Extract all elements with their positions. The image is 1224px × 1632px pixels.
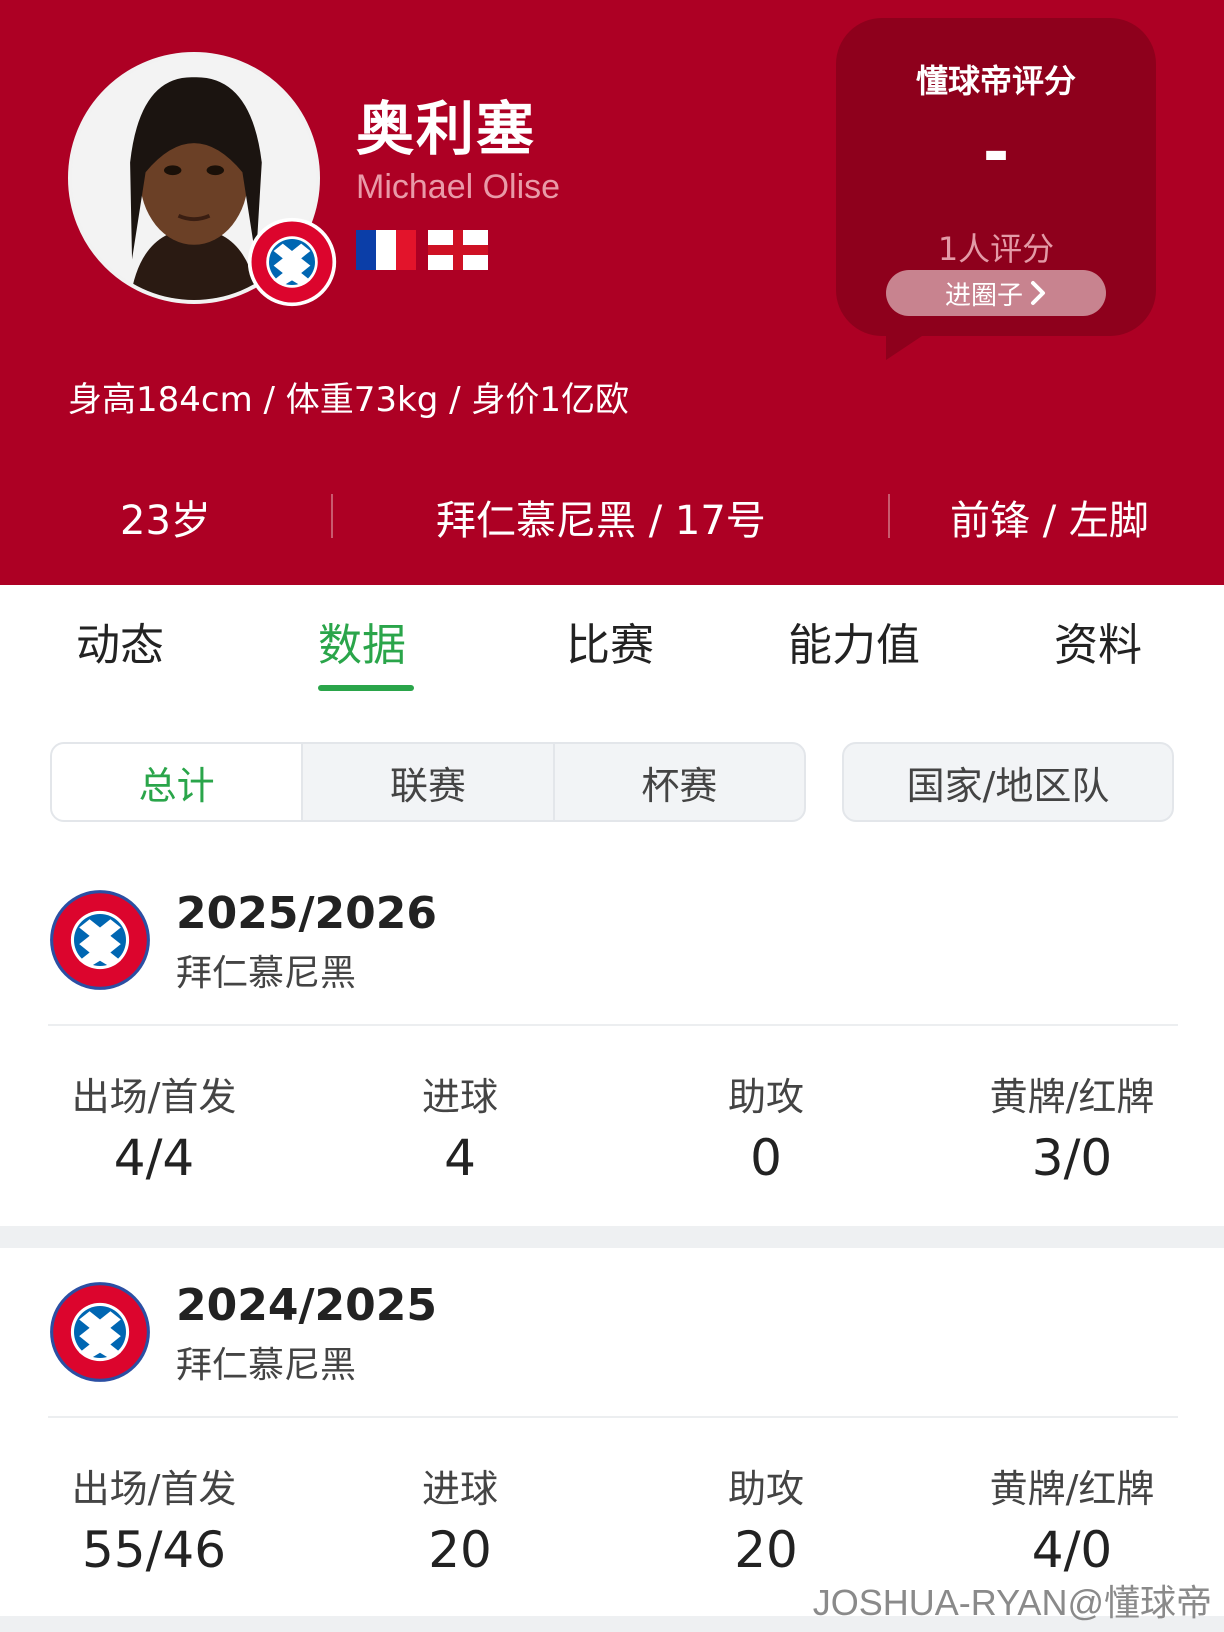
- season-card[interactable]: 2025/2026 拜仁慕尼黑 出场/首发 4/4 进球 4 助攻 0 黄牌/红…: [0, 888, 1224, 1228]
- stat-goals: 进球 20: [310, 1458, 610, 1579]
- stat-value: 20: [428, 1521, 492, 1579]
- tab-profile[interactable]: 资料: [1054, 609, 1142, 673]
- rating-bubble-tail: [886, 320, 946, 360]
- chevron-right-icon: [1031, 281, 1045, 305]
- stat-label: 进球: [421, 1467, 498, 1511]
- competition-filter: 总计 联赛 杯赛: [50, 742, 806, 822]
- rating-card: 懂球帝评分 - 1人评分 进圈子: [836, 18, 1156, 336]
- player-position-foot: 前锋 / 左脚: [950, 498, 1149, 544]
- season-year: 2024/2025: [176, 1280, 437, 1331]
- join-circle-button[interactable]: 进圈子: [886, 270, 1106, 316]
- active-tab-indicator: [318, 685, 414, 691]
- rating-count: 1人评分: [937, 230, 1055, 268]
- england-flag-icon: [428, 230, 488, 270]
- stat-appearances: 出场/首发 4/4: [4, 1066, 304, 1187]
- player-header: 奥利塞 Michael Olise 身高184cm / 体重73kg / 身价1…: [0, 0, 1224, 585]
- stat-cards: 黄牌/红牌 3/0: [922, 1066, 1222, 1187]
- stat-value: 4: [444, 1129, 476, 1187]
- stat-label: 出场/首发: [71, 1075, 237, 1119]
- stat-assists: 助攻 0: [616, 1066, 916, 1187]
- tab-data[interactable]: 数据: [318, 609, 406, 673]
- stat-label: 出场/首发: [71, 1467, 237, 1511]
- season-club: 拜仁慕尼黑: [176, 1345, 357, 1386]
- player-summary-row: 23岁 拜仁慕尼黑 / 17号 前锋 / 左脚: [0, 480, 1224, 550]
- bayern-badge-icon: [50, 890, 150, 990]
- filter-national-team[interactable]: 国家/地区队: [842, 742, 1174, 822]
- season-card[interactable]: 2024/2025 拜仁慕尼黑 出场/首发 55/46 进球 20 助攻 20 …: [0, 1280, 1224, 1620]
- profile-tabs: 动态 数据 比赛 能力值 资料: [0, 585, 1224, 695]
- stat-cards: 黄牌/红牌 4/0: [922, 1458, 1222, 1579]
- watermark: JOSHUA-RYAN@懂球帝: [812, 1582, 1212, 1623]
- player-team-number[interactable]: 拜仁慕尼黑 / 17号: [436, 488, 766, 546]
- tab-ability[interactable]: 能力值: [788, 609, 920, 673]
- stat-label: 黄牌/红牌: [989, 1075, 1155, 1119]
- divider: [888, 494, 890, 538]
- rating-title: 懂球帝评分: [915, 62, 1076, 100]
- stat-label: 助攻: [727, 1467, 804, 1511]
- section-separator: [0, 1226, 1224, 1248]
- tab-matches[interactable]: 比赛: [566, 609, 654, 673]
- divider: [331, 494, 333, 538]
- nationality-flags: [356, 230, 488, 270]
- tab-feed[interactable]: 动态: [76, 609, 164, 673]
- stat-value: 4/4: [113, 1129, 195, 1187]
- join-circle-label: 进圈子: [944, 280, 1023, 311]
- divider: [48, 1416, 1178, 1418]
- france-flag-icon: [356, 230, 416, 270]
- stat-label: 黄牌/红牌: [989, 1467, 1155, 1511]
- stat-goals: 进球 4: [310, 1066, 610, 1187]
- stat-value: 20: [734, 1521, 798, 1579]
- stat-value: 55/46: [81, 1521, 227, 1579]
- stat-assists: 助攻 20: [616, 1458, 916, 1579]
- rating-value: -: [982, 116, 1010, 190]
- player-name-en: Michael Olise: [356, 168, 561, 206]
- stat-label: 进球: [421, 1075, 498, 1119]
- stat-value: 0: [750, 1129, 782, 1187]
- filter-cup[interactable]: 杯赛: [555, 744, 804, 820]
- player-age: 23岁: [120, 498, 211, 544]
- bayern-badge-icon: [247, 217, 337, 307]
- stat-value: 3/0: [1031, 1129, 1113, 1187]
- player-bio: 身高184cm / 体重73kg / 身价1亿欧: [68, 380, 630, 420]
- stat-label: 助攻: [727, 1075, 804, 1119]
- season-club: 拜仁慕尼黑: [176, 953, 357, 994]
- stat-appearances: 出场/首发 55/46: [4, 1458, 304, 1579]
- season-year: 2025/2026: [176, 888, 437, 939]
- divider: [48, 1024, 1178, 1026]
- player-name-cn: 奥利塞: [356, 95, 537, 163]
- filter-total[interactable]: 总计: [52, 744, 304, 820]
- bayern-badge-icon: [50, 1282, 150, 1382]
- stat-value: 4/0: [1031, 1521, 1113, 1579]
- filter-league[interactable]: 联赛: [303, 744, 555, 820]
